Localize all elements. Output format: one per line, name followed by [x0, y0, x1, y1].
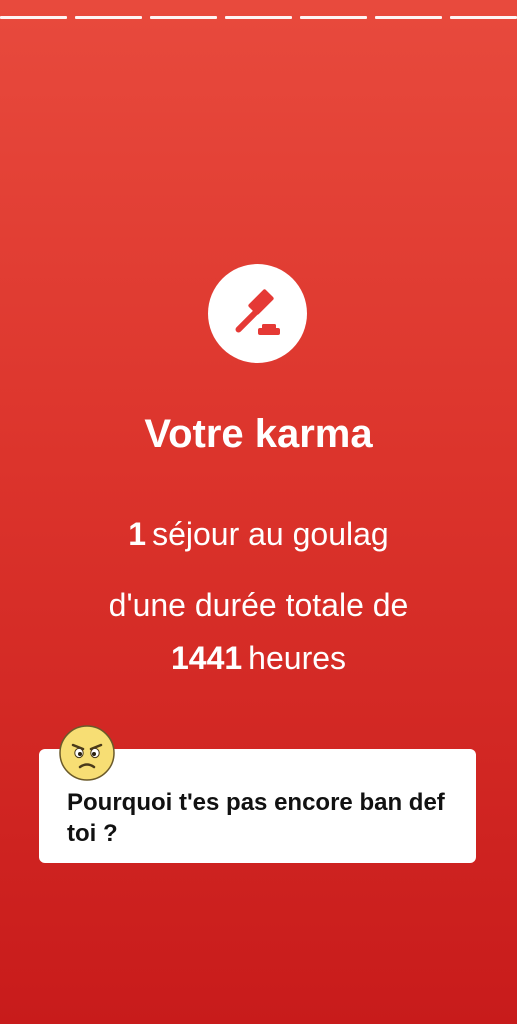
progress-segment — [0, 16, 67, 19]
progress-segment — [375, 16, 442, 19]
hours-stat: 1441 heures — [0, 638, 517, 678]
gavel-badge — [208, 264, 307, 363]
stays-count: 1 — [128, 516, 147, 552]
story-progress-bar — [0, 16, 517, 19]
progress-segment — [75, 16, 142, 19]
gavel-icon — [235, 288, 280, 335]
progress-segment — [150, 16, 217, 19]
angry-face-icon — [59, 725, 115, 781]
progress-segment — [300, 16, 367, 19]
hours-label: heures — [248, 640, 347, 676]
hours-count: 1441 — [170, 640, 243, 676]
comment-text: Pourquoi t'es pas encore ban def toi ? — [67, 789, 445, 847]
duration-prefix: d'une durée totale de — [108, 587, 409, 623]
page-title: Votre karma — [144, 412, 373, 456]
story-screen[interactable]: Votre karma 1 séjour au goulag d'une duré… — [0, 0, 517, 1024]
stays-stat: 1 séjour au goulag — [0, 514, 517, 554]
progress-segment — [450, 16, 517, 19]
progress-segment — [225, 16, 292, 19]
stays-label: séjour au goulag — [152, 516, 389, 552]
